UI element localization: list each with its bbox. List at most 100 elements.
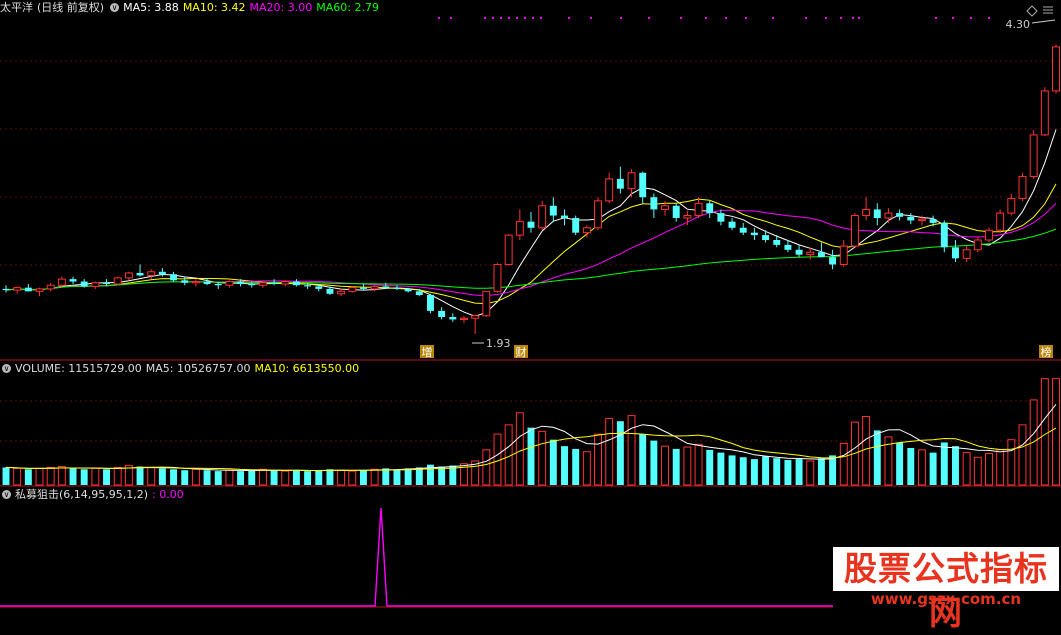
candle-76 — [850, 215, 859, 247]
collapse-icon[interactable]: ∨ — [2, 490, 11, 499]
signal-dot-13 — [648, 17, 650, 19]
signal-dot-26 — [970, 17, 972, 19]
candle-49 — [549, 205, 557, 216]
candle-91 — [1018, 175, 1027, 199]
candle-14 — [158, 271, 166, 275]
volume-bar-26 — [292, 470, 300, 485]
volume-bar-27 — [304, 471, 312, 485]
candle-0 — [2, 288, 10, 291]
signal-dot-15 — [705, 17, 707, 19]
volume-bar-51 — [572, 448, 580, 485]
volume-bar-39 — [438, 466, 446, 485]
volume-bar-6 — [69, 468, 77, 485]
ma20-readout: MA20: 3.00 — [249, 1, 313, 14]
diamond-icon[interactable] — [1026, 5, 1038, 17]
candle-57 — [639, 172, 647, 198]
indicator-line — [0, 507, 833, 607]
candle-77 — [862, 208, 871, 217]
event-marker-3[interactable]: 榜 — [1041, 345, 1052, 359]
candle-94 — [1052, 46, 1060, 92]
candle-1 — [13, 287, 22, 291]
volume-bar-2 — [24, 469, 32, 485]
candle-39 — [438, 310, 446, 317]
volume-bar-84 — [940, 442, 948, 485]
signal-dot-22 — [852, 17, 854, 19]
candle-62 — [694, 202, 703, 217]
signal-dot-16 — [725, 17, 727, 19]
collapse-icon[interactable]: ∨ — [2, 364, 11, 373]
candle-37 — [415, 291, 423, 295]
candle-2 — [24, 287, 32, 292]
candle-28 — [315, 286, 323, 289]
candle-25 — [281, 281, 290, 285]
candle-88 — [985, 229, 993, 241]
volume-bar-31 — [348, 470, 357, 486]
volume-bar-62 — [694, 443, 703, 486]
stock-name[interactable]: 太平洋 — [0, 1, 33, 14]
top-signal-dots — [438, 17, 990, 19]
candle-86 — [962, 249, 971, 259]
candle-34 — [382, 286, 390, 288]
signal-dot-18 — [772, 17, 774, 19]
high-price-label: 4.30 — [1006, 18, 1031, 31]
volume-bar-48 — [538, 430, 547, 486]
indicator-value: : 0.00 — [152, 488, 184, 501]
candlesticks[interactable] — [2, 44, 1060, 335]
event-marker-2[interactable]: 财 — [516, 345, 527, 359]
volume-bar-18 — [203, 470, 211, 485]
signal-dot-10 — [568, 17, 570, 19]
candle-84 — [940, 222, 948, 248]
volume-bar-49 — [549, 439, 557, 485]
candle-59 — [661, 205, 670, 210]
volume-bar-69 — [773, 458, 781, 485]
candle-52 — [582, 227, 591, 234]
candle-71 — [795, 249, 803, 255]
volume-bar-91 — [1018, 424, 1027, 486]
candle-29 — [326, 288, 334, 294]
menu-icon[interactable] — [1043, 6, 1053, 14]
candle-6 — [69, 279, 77, 282]
volume-bar-47 — [527, 427, 535, 485]
signal-dot-3 — [492, 17, 494, 19]
candle-16 — [181, 280, 189, 283]
candle-60 — [672, 205, 680, 218]
volume-bar-19 — [214, 471, 222, 485]
volume-bar-57 — [639, 434, 647, 485]
volume-bar-80 — [896, 442, 904, 485]
collapse-icon[interactable]: ∨ — [110, 3, 120, 12]
candle-3 — [35, 288, 44, 292]
candle-8 — [91, 282, 100, 287]
volume-bar-63 — [706, 449, 714, 485]
candle-54 — [605, 178, 614, 202]
volume-bar-30 — [337, 469, 346, 486]
volume-bar-46 — [515, 412, 524, 486]
candle-38 — [427, 295, 434, 311]
candle-65 — [728, 221, 736, 228]
candle-66 — [739, 227, 747, 233]
candle-53 — [594, 200, 602, 229]
chart-mode[interactable]: (日线 前复权) — [37, 1, 104, 14]
volume-bar-16 — [181, 470, 189, 485]
volume-bar-29 — [326, 469, 334, 485]
event-marker-1[interactable]: 增 — [422, 345, 433, 359]
candle-30 — [337, 290, 346, 295]
indicator-name[interactable]: 私募狙击 — [15, 488, 59, 501]
candle-51 — [572, 218, 580, 233]
candle-79 — [884, 212, 893, 219]
candle-21 — [237, 281, 245, 284]
volume-bar-34 — [382, 468, 390, 485]
candle-55 — [616, 178, 624, 189]
volume-bar-4 — [46, 466, 55, 486]
ma5-readout: MA5: 3.88 — [123, 1, 179, 14]
candle-61 — [683, 215, 692, 219]
volume-bars[interactable] — [2, 378, 1060, 486]
volume-bar-10 — [113, 466, 122, 486]
signal-dot-19 — [805, 17, 807, 19]
grid-lines — [0, 60, 1061, 442]
signal-dot-20 — [825, 17, 827, 19]
signal-dot-25 — [952, 17, 954, 19]
candle-56 — [627, 172, 636, 190]
candle-81 — [907, 216, 915, 221]
volume-bar-53 — [594, 433, 602, 486]
signal-dot-27 — [988, 17, 990, 19]
